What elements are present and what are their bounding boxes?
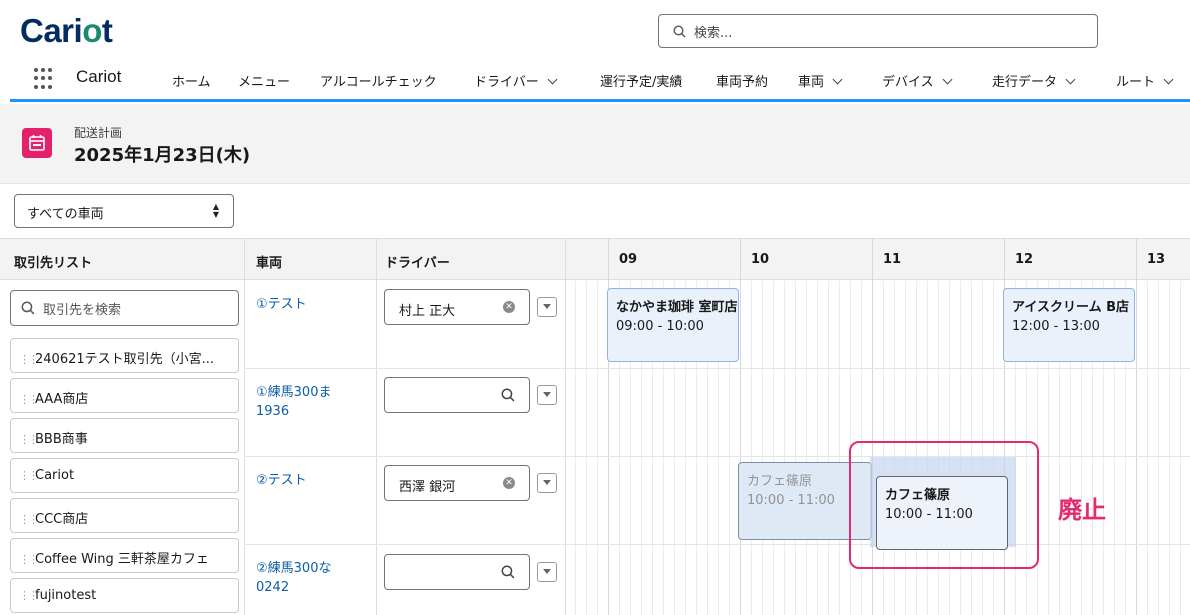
global-header: Cariot 検索... Cariot ホーム メニュー アルコールチェック ド…: [0, 0, 1190, 104]
timeline-gridline: [762, 281, 763, 615]
hour-header: 13: [1147, 252, 1166, 267]
app-nav: Cariot ホーム メニュー アルコールチェック ドライバー 運行予定/実績 …: [0, 62, 1190, 98]
client-list-item[interactable]: ⋮⋮Coffee Wing 三軒茶屋カフェ: [10, 538, 239, 573]
vehicle-filter-select[interactable]: すべての車両 ▲ ▼: [14, 194, 234, 228]
nav-item-driver[interactable]: ドライバー: [474, 71, 558, 90]
nav-item-vehicle[interactable]: 車両: [798, 71, 843, 90]
timeline-gridline: [828, 281, 829, 615]
nav-item-drive-data[interactable]: 走行データ: [992, 71, 1076, 90]
timeline-gridline: [1136, 238, 1137, 615]
nav-item-alcohol-check[interactable]: アルコールチェック: [320, 71, 437, 90]
vehicle-link[interactable]: ②練馬300な 0242: [256, 559, 331, 597]
driver-field[interactable]: [384, 554, 530, 590]
client-list-item[interactable]: ⋮⋮AAA商店: [10, 378, 239, 413]
vehicle-link[interactable]: ②テスト: [256, 471, 307, 490]
timeline-gridline: [1158, 281, 1159, 615]
nav-item-menu[interactable]: メニュー: [238, 71, 290, 90]
nav-item-vehicle-reservation[interactable]: 車両予約: [716, 71, 768, 90]
column-divider: [244, 238, 245, 615]
driver-dropdown-button[interactable]: [537, 562, 557, 582]
hour-header: 11: [883, 252, 902, 267]
schedule-event[interactable]: なかやま珈琲 室町店 09:00 - 10:00: [607, 288, 739, 362]
chevron-down-icon: [942, 74, 953, 85]
driver-dropdown-button[interactable]: [537, 385, 557, 405]
client-list-item[interactable]: ⋮⋮CCC商店: [10, 498, 239, 533]
timeline-gridline: [1147, 281, 1148, 615]
chevron-down-icon: [1065, 74, 1076, 85]
client-search-input[interactable]: 取引先を検索: [10, 290, 239, 326]
vehicle-column-header: 車両: [256, 256, 283, 271]
clear-icon[interactable]: ✕: [503, 301, 515, 313]
timeline-gridline: [740, 238, 741, 615]
column-divider: [376, 238, 377, 615]
drag-handle-icon[interactable]: ⋮⋮: [19, 469, 39, 482]
drag-handle-icon[interactable]: ⋮⋮: [19, 393, 39, 406]
timeline-gridline: [773, 281, 774, 615]
global-search-input[interactable]: 検索...: [658, 14, 1098, 48]
app-name: Cariot: [76, 67, 122, 86]
annotation-label: 廃止: [1058, 496, 1106, 524]
driver-dropdown-button[interactable]: [537, 473, 557, 493]
nav-item-route[interactable]: ルート: [1116, 71, 1174, 90]
search-icon: [21, 301, 35, 315]
driver-field[interactable]: 村上 正大 ✕: [384, 289, 530, 325]
search-placeholder: 検索...: [694, 25, 733, 41]
nav-underline: [10, 99, 1190, 102]
chevron-down-icon: [832, 74, 843, 85]
drag-handle-icon[interactable]: ⋮⋮: [19, 553, 39, 566]
nav-item-operation-plan[interactable]: 運行予定/実績: [600, 71, 682, 90]
client-list-item[interactable]: ⋮⋮Cariot: [10, 458, 239, 493]
clear-icon[interactable]: ✕: [503, 477, 515, 489]
search-icon: [673, 24, 686, 37]
timeline-gridline: [597, 281, 598, 615]
page-subtitle: 配送計画: [74, 126, 123, 140]
vehicle-link[interactable]: ①テスト: [256, 295, 307, 314]
hour-header: 09: [619, 252, 638, 267]
timeline-gridline: [1180, 281, 1181, 615]
nav-item-device[interactable]: デバイス: [882, 71, 953, 90]
drag-handle-icon[interactable]: ⋮⋮: [19, 589, 39, 602]
calendar-icon: [22, 128, 52, 158]
client-list-item[interactable]: ⋮⋮BBB商事: [10, 418, 239, 453]
driver-dropdown-button[interactable]: [537, 297, 557, 317]
driver-field[interactable]: [384, 377, 530, 413]
select-arrows-icon: ▲ ▼: [212, 202, 219, 219]
driver-column-header: ドライバー: [385, 256, 450, 271]
annotation-box: [849, 441, 1039, 569]
hour-header: 10: [751, 252, 770, 267]
page-title: 2025年1月23日(木): [74, 145, 251, 166]
row-divider: [244, 456, 1190, 457]
timeline-gridline: [1169, 281, 1170, 615]
grid-header: 取引先リスト 車両 ドライバー 09 10 11 12 13: [0, 238, 1190, 280]
timeline-gridline: [817, 281, 818, 615]
hour-header: 12: [1015, 252, 1034, 267]
client-list-item[interactable]: ⋮⋮fujinotest: [10, 578, 239, 613]
search-icon: [501, 388, 515, 402]
vehicle-link[interactable]: ①練馬300ま 1936: [256, 383, 331, 421]
drag-handle-icon[interactable]: ⋮⋮: [19, 513, 39, 526]
clients-column-header: 取引先リスト: [14, 256, 93, 271]
schedule-event[interactable]: アイスクリーム B店 12:00 - 13:00: [1003, 288, 1135, 362]
timeline-gridline: [751, 281, 752, 615]
timeline-gridline: [784, 281, 785, 615]
search-icon: [501, 565, 515, 579]
timeline-gridline: [586, 281, 587, 615]
cariot-logo[interactable]: Cariot: [20, 12, 113, 50]
row-divider: [244, 368, 1190, 369]
nav-item-home[interactable]: ホーム: [172, 71, 211, 90]
column-divider: [565, 238, 566, 615]
timeline-gridline: [806, 281, 807, 615]
timeline-gridline: [839, 281, 840, 615]
timeline-gridline: [795, 281, 796, 615]
driver-field[interactable]: 西澤 銀河 ✕: [384, 465, 530, 501]
timeline-gridline: [575, 281, 576, 615]
chevron-down-icon: [547, 74, 558, 85]
drag-handle-icon[interactable]: ⋮⋮: [19, 433, 39, 446]
row-divider: [244, 544, 1190, 545]
chevron-down-icon: [1163, 74, 1174, 85]
app-launcher-icon[interactable]: [34, 68, 56, 90]
drag-handle-icon[interactable]: ⋮⋮: [19, 353, 39, 366]
client-list-item[interactable]: ⋮⋮240621テスト取引先（小宮...: [10, 338, 239, 373]
